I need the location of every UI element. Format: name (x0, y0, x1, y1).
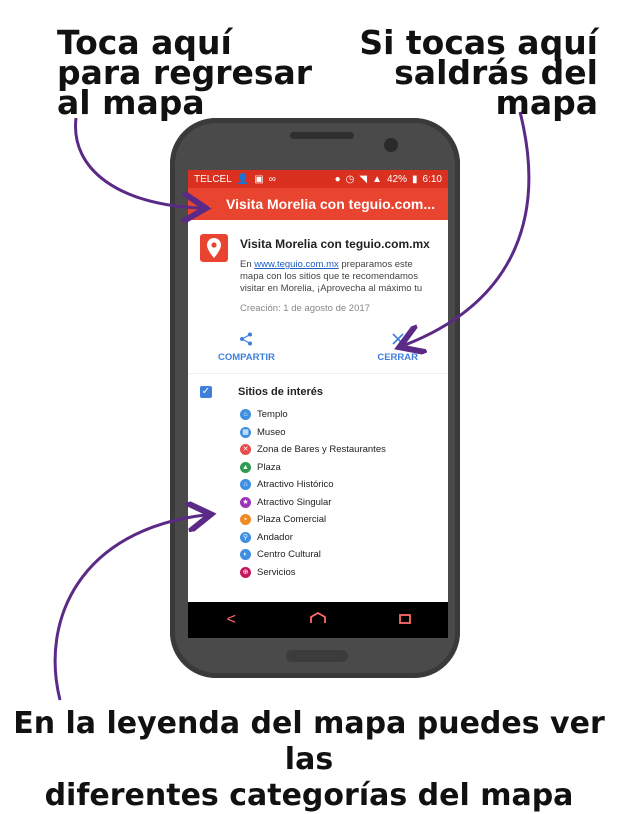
nav-recents-icon[interactable] (390, 611, 420, 629)
legend-item-label: Andador (257, 531, 293, 543)
callout-legend: En la leyenda del mapa puedes ver las di… (0, 706, 618, 814)
carrier-label: TELCEL (194, 173, 232, 185)
legend-item: ⚲ Andador (240, 529, 448, 547)
legend-item-label: Templo (257, 409, 288, 421)
callout-line: al mapa (57, 83, 205, 122)
restaurant-icon: ✕ (240, 444, 251, 456)
callout-line: mapa (495, 83, 598, 122)
legend-item: ⊕ Servicios (240, 564, 448, 582)
nav-home-icon[interactable] (303, 611, 333, 629)
legend-item-label: Atractivo Histórico (257, 479, 334, 491)
nav-bar: < (188, 602, 448, 638)
callout-back-to-map: Toca aquí para regresar al mapa (57, 26, 312, 122)
image-icon: ▣ (254, 173, 264, 185)
star-icon: ★ (240, 496, 251, 508)
walking-icon: ⚲ (240, 531, 251, 543)
legend-item-label: Servicios (257, 566, 296, 578)
shopping-icon: ▪ (240, 514, 251, 526)
person-icon: 👤 (236, 173, 250, 185)
legend-item-label: Plaza (257, 461, 281, 473)
church-icon: ⌂ (240, 409, 251, 421)
legend-item: ★ Atractivo Singular (240, 494, 448, 512)
signal-icon: ▲ (372, 173, 382, 185)
legend-item-label: Zona de Bares y Restaurantes (257, 444, 386, 456)
phone-home-bar (286, 650, 348, 662)
legend-item: ▦ Museo (240, 424, 448, 442)
close-icon (377, 332, 418, 352)
callout-exit-map: Si tocas aquí saldrás del mapa (359, 26, 598, 122)
legend-item: ▲ Plaza (240, 459, 448, 477)
legend-item: ▪ Plaza Comercial (240, 511, 448, 529)
battery-icon: ▮ (412, 173, 418, 185)
phone-frame: TELCEL 👤 ▣ ∞ ● ◷ ◥ ▲ 42% ▮ 6:10 ← Visita… (170, 118, 460, 678)
culture-icon: ◐ (240, 549, 251, 561)
museum-icon: ▦ (240, 426, 251, 438)
map-title: Visita Morelia con teguio.com.mx (240, 237, 430, 251)
phone-speaker (290, 132, 354, 139)
map-description: En www.teguio.com.mx preparamos este map… (240, 259, 436, 295)
services-icon: ⊕ (240, 566, 251, 578)
action-row: COMPARTIR CERRAR (188, 314, 448, 374)
legend-item: ✕ Zona de Bares y Restaurantes (240, 441, 448, 459)
tree-icon: ▲ (240, 461, 251, 473)
legend-item: ◐ Centro Cultural (240, 546, 448, 564)
app-bar: ← Visita Morelia con teguio.com... (188, 188, 448, 220)
callout-line: diferentes categorías del mapa (44, 778, 574, 813)
time-label: 6:10 (422, 173, 442, 185)
battery-label: 42% (387, 173, 408, 185)
layer-label: Sitios de interés (238, 386, 323, 398)
share-icon (218, 332, 275, 352)
phone-camera (384, 138, 398, 152)
map-info-card: Visita Morelia con teguio.com.mx En www.… (188, 220, 448, 314)
share-label: COMPARTIR (218, 352, 275, 363)
location-icon: ● (334, 173, 341, 185)
map-pin-icon (200, 234, 228, 262)
layer-checkbox[interactable]: ✓ (200, 386, 212, 398)
desc-prefix: En (240, 259, 255, 270)
creation-date: Creación: 1 de agosto de 2017 (240, 303, 370, 314)
callout-line: En la leyenda del mapa puedes ver las (13, 706, 605, 777)
voicemail-icon: ∞ (268, 173, 276, 185)
close-button[interactable]: CERRAR (377, 332, 418, 363)
legend-list: ⌂ Templo ▦ Museo ✕ Zona de Bares y Restaurant… (188, 406, 448, 581)
legend-item-label: Centro Cultural (257, 549, 321, 561)
arrow-left-icon[interactable]: ← (196, 194, 226, 215)
monument-icon: ⌂ (240, 479, 251, 491)
app-bar-title: Visita Morelia con teguio.com... (226, 196, 436, 212)
close-label: CERRAR (377, 352, 418, 363)
phone-screen: TELCEL 👤 ▣ ∞ ● ◷ ◥ ▲ 42% ▮ 6:10 ← Visita… (188, 170, 448, 638)
share-button[interactable]: COMPARTIR (218, 332, 275, 363)
layer-row: ✓ Sitios de interés (188, 374, 448, 406)
legend-item-label: Plaza Comercial (257, 514, 327, 526)
wifi-icon: ◥ (359, 173, 368, 185)
nav-back-icon[interactable]: < (216, 611, 246, 629)
website-link[interactable]: www.teguio.com.mx (254, 259, 338, 270)
legend-item-label: Atractivo Singular (257, 496, 332, 508)
alarm-icon: ◷ (345, 173, 355, 185)
status-bar: TELCEL 👤 ▣ ∞ ● ◷ ◥ ▲ 42% ▮ 6:10 (188, 170, 448, 188)
legend-item: ⌂ Templo (240, 406, 448, 424)
legend-item-label: Museo (257, 426, 286, 438)
legend-item: ⌂ Atractivo Histórico (240, 476, 448, 494)
